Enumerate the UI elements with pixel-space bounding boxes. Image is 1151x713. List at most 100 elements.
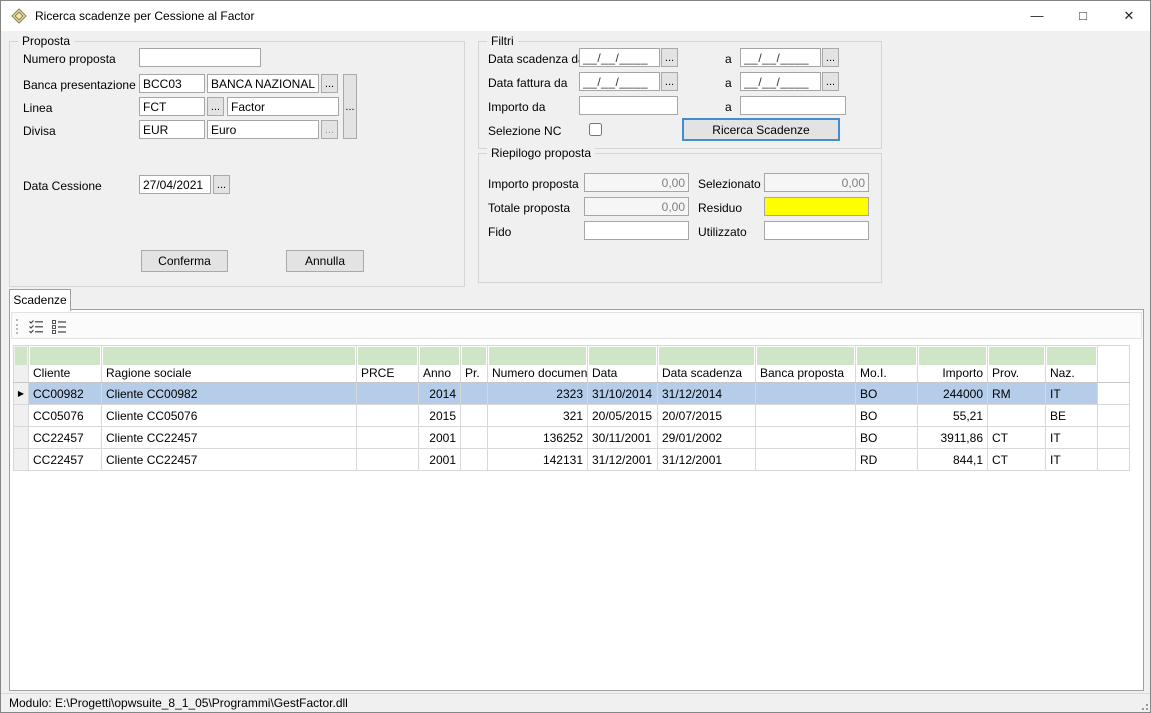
cell[interactable] (357, 405, 419, 427)
cell[interactable]: CC00982 (29, 383, 102, 405)
cell[interactable]: CC22457 (29, 427, 102, 449)
annulla-button[interactable]: Annulla (286, 250, 364, 272)
data-cessione-calendar-button[interactable]: ... (213, 175, 230, 194)
cell[interactable]: 31/12/2001 (588, 449, 658, 471)
cell[interactable]: 844,1 (918, 449, 988, 471)
column-header[interactable]: Naz. (1046, 346, 1098, 383)
divisa-name-input[interactable] (207, 120, 319, 139)
select-all-icon[interactable] (26, 316, 46, 336)
column-header[interactable]: Numero documento (488, 346, 588, 383)
cell[interactable] (461, 383, 488, 405)
divisa-lookup-button[interactable]: ... (321, 120, 338, 139)
cell[interactable]: CT (988, 449, 1046, 471)
importo-da-input[interactable] (579, 96, 678, 115)
cell[interactable]: Cliente CC05076 (102, 405, 357, 427)
data-scadenza-da-calendar-button[interactable]: ... (661, 48, 678, 67)
column-header[interactable]: Cliente (29, 346, 102, 383)
cell[interactable]: 29/01/2002 (658, 427, 756, 449)
cell[interactable]: 2001 (419, 427, 461, 449)
minimize-button[interactable]: — (1014, 1, 1060, 31)
cell[interactable]: IT (1046, 449, 1098, 471)
selezione-nc-checkbox[interactable] (589, 123, 602, 136)
linea-name-input[interactable] (227, 97, 339, 116)
cell[interactable]: 136252 (488, 427, 588, 449)
toolbar-grip[interactable] (16, 319, 19, 334)
divisa-code-input[interactable] (139, 120, 205, 139)
residuo-field[interactable] (764, 197, 869, 216)
cell[interactable]: 31/12/2014 (658, 383, 756, 405)
conferma-button[interactable]: Conferma (141, 250, 228, 272)
column-header[interactable]: Data (588, 346, 658, 383)
fido-input[interactable] (584, 221, 689, 240)
cell[interactable]: BO (856, 405, 918, 427)
cell[interactable]: 142131 (488, 449, 588, 471)
data-fattura-da-calendar-button[interactable]: ... (661, 72, 678, 91)
clear-selection-icon[interactable] (49, 316, 69, 336)
column-header[interactable]: PRCE (357, 346, 419, 383)
cell[interactable]: 2014 (419, 383, 461, 405)
cell[interactable]: Cliente CC22457 (102, 427, 357, 449)
cell[interactable]: IT (1046, 383, 1098, 405)
importo-a-input[interactable] (740, 96, 846, 115)
table-row[interactable]: CC05076Cliente CC05076201532120/05/20152… (14, 405, 1130, 427)
table-row[interactable]: CC22457Cliente CC22457200114213131/12/20… (14, 449, 1130, 471)
close-button[interactable]: ✕ (1106, 1, 1151, 31)
utilizzato-input[interactable] (764, 221, 869, 240)
selezionato-field[interactable] (764, 173, 869, 192)
data-fattura-a-calendar-button[interactable]: ... (822, 72, 839, 91)
cell[interactable]: 20/07/2015 (658, 405, 756, 427)
column-header[interactable]: Anno (419, 346, 461, 383)
cell[interactable] (756, 449, 856, 471)
data-fattura-a-input[interactable] (740, 72, 821, 91)
cell[interactable]: 244000 (918, 383, 988, 405)
column-header[interactable]: Importo (918, 346, 988, 383)
cell[interactable]: BO (856, 383, 918, 405)
banca-code-input[interactable] (139, 74, 205, 93)
column-header[interactable]: Data scadenza (658, 346, 756, 383)
linea-code-input[interactable] (139, 97, 205, 116)
cell[interactable]: 55,21 (918, 405, 988, 427)
column-header[interactable]: Ragione sociale (102, 346, 357, 383)
tab-scadenze[interactable]: Scadenze (9, 289, 71, 311)
data-cessione-input[interactable] (139, 175, 211, 194)
cell[interactable]: IT (1046, 427, 1098, 449)
cell[interactable]: 3911,86 (918, 427, 988, 449)
cell[interactable] (988, 405, 1046, 427)
cell[interactable]: 31/12/2001 (658, 449, 756, 471)
table-row[interactable]: CC22457Cliente CC22457 2001 13625230/11/20… (14, 427, 1130, 449)
cell[interactable] (357, 383, 419, 405)
totale-proposta-field[interactable] (584, 197, 689, 216)
column-header[interactable]: Prov. (988, 346, 1046, 383)
data-fattura-da-input[interactable] (579, 72, 660, 91)
cell[interactable]: RD (856, 449, 918, 471)
numero-proposta-input[interactable] (139, 48, 261, 67)
data-scadenza-a-calendar-button[interactable]: ... (822, 48, 839, 67)
cell[interactable]: BE (1046, 405, 1098, 427)
cell[interactable]: Cliente CC00982 (102, 383, 357, 405)
cell[interactable]: Cliente CC22457 (102, 449, 357, 471)
cell[interactable] (357, 427, 419, 449)
cell[interactable]: 321 (488, 405, 588, 427)
cell[interactable]: CC22457 (29, 449, 102, 471)
cell[interactable]: BO (856, 427, 918, 449)
data-scadenza-da-input[interactable] (579, 48, 660, 67)
column-header[interactable]: Banca proposta (756, 346, 856, 383)
cell[interactable]: 2015 (419, 405, 461, 427)
importo-proposta-field[interactable] (584, 173, 689, 192)
cell[interactable]: RM (988, 383, 1046, 405)
data-scadenza-a-input[interactable] (740, 48, 821, 67)
cell[interactable]: CC05076 (29, 405, 102, 427)
column-header[interactable]: Mo.I. (856, 346, 918, 383)
cell[interactable]: 2001 (419, 449, 461, 471)
cell[interactable] (461, 449, 488, 471)
maximize-button[interactable]: □ (1060, 1, 1106, 31)
cell[interactable] (461, 427, 488, 449)
proposta-more-button[interactable]: ... (343, 74, 357, 139)
banca-name-input[interactable] (207, 74, 319, 93)
cell[interactable] (756, 405, 856, 427)
cell[interactable]: CT (988, 427, 1046, 449)
ricerca-scadenze-button[interactable]: Ricerca Scadenze (682, 118, 840, 141)
table-row[interactable]: ▶CC00982Cliente CC009822014232331/10/201… (14, 383, 1130, 405)
cell[interactable]: 30/11/2001 (588, 427, 658, 449)
column-header[interactable]: Pr. (461, 346, 488, 383)
